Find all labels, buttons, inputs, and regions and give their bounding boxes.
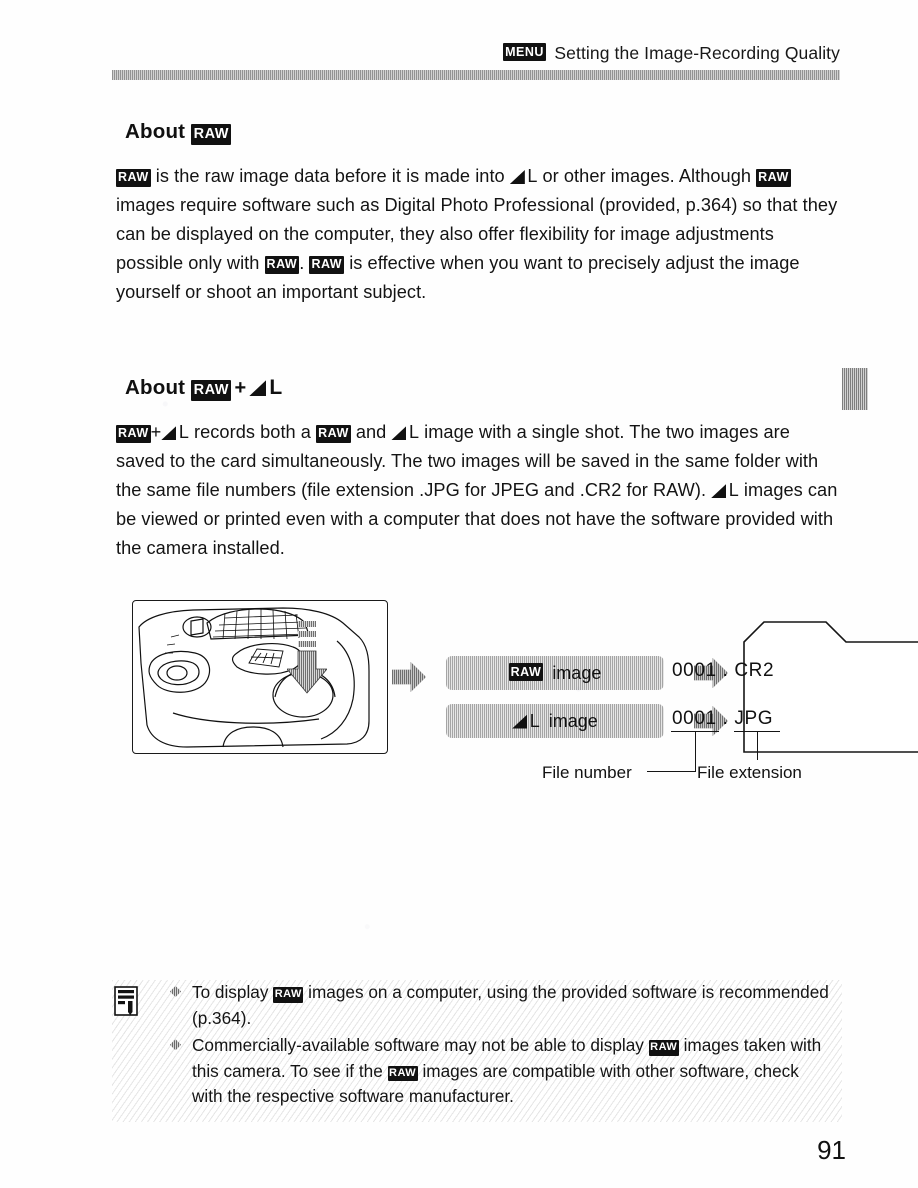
note-text: To display RAW images on a computer, usi… — [192, 982, 829, 1028]
raw-badge-icon: RAW — [273, 987, 304, 1003]
section-heading-about-raw: About RAW — [125, 120, 232, 145]
fine-wedge-icon — [161, 426, 177, 440]
size-l-label: L — [408, 422, 420, 442]
large-fine-quality-icon: L — [161, 418, 189, 447]
page-number: 91 — [817, 1135, 846, 1165]
size-l-label: L — [529, 710, 540, 731]
heading-prefix: About — [125, 120, 186, 143]
paragraph-about-raw: RAW is the raw image data before it is m… — [116, 162, 842, 307]
file-number: 0001 — [672, 660, 717, 681]
raw-badge-icon: RAW — [116, 424, 151, 443]
large-fine-quality-icon: L — [512, 711, 540, 732]
chip-large-fine-image: L image — [446, 704, 664, 738]
diamond-bullet-icon — [170, 1039, 181, 1051]
section-heading-about-raw-plus-l: About RAW + L — [125, 376, 282, 401]
running-header: MENU Setting the Image-Recording Quality — [112, 40, 840, 66]
menu-badge-icon: MENU — [502, 43, 547, 61]
size-l-label: L — [527, 166, 538, 186]
chip-raw-image: RAW image — [446, 656, 664, 690]
heading-prefix: About — [125, 376, 186, 399]
plus-sign: + — [234, 377, 247, 399]
file-extension: JPG — [734, 708, 774, 729]
file-number-callout-elbow — [647, 771, 696, 773]
note-list: To display RAW images on a computer, usi… — [170, 980, 834, 1112]
file-extension-leader-line — [757, 731, 759, 760]
raw-badge-icon: RAW — [508, 663, 544, 681]
fine-wedge-icon — [391, 426, 407, 440]
fine-wedge-icon — [509, 170, 525, 184]
raw-badge-icon: RAW — [264, 255, 300, 274]
chapter-index-tab — [842, 368, 868, 410]
flow-arrow-icon — [392, 662, 426, 692]
fine-wedge-icon — [711, 484, 727, 498]
fine-wedge-icon — [249, 380, 267, 396]
raw-badge-icon: RAW — [648, 1040, 679, 1056]
note-memo-icon — [114, 986, 140, 1016]
note-item: To display RAW images on a computer, usi… — [170, 980, 834, 1031]
large-fine-quality-icon: L — [509, 162, 538, 191]
header-title: Setting the Image-Recording Quality — [554, 42, 840, 63]
chip-label: image — [552, 662, 602, 683]
large-fine-quality-icon: L — [249, 376, 282, 400]
size-l-label: L — [178, 422, 189, 442]
file-separator: . — [722, 660, 729, 681]
callout-file-extension: File extension — [697, 763, 802, 782]
raw-badge-icon: RAW — [316, 424, 351, 443]
file-name-cr2: 0001 . CR2 — [672, 660, 774, 682]
file-extension: CR2 — [734, 660, 775, 681]
raw-badge-icon: RAW — [756, 168, 791, 187]
camera-illustration — [132, 600, 388, 754]
large-fine-quality-icon: L — [711, 476, 739, 505]
diamond-bullet-icon — [170, 986, 181, 997]
raw-badge-icon: RAW — [387, 1065, 418, 1082]
manual-page: MENU Setting the Image-Recording Quality… — [0, 0, 918, 1188]
size-l-label: L — [269, 376, 283, 399]
chip-label: image — [548, 710, 598, 731]
size-l-label: L — [728, 480, 739, 500]
raw-badge-icon: RAW — [309, 255, 345, 274]
raw-badge-icon: RAW — [191, 380, 232, 401]
header-divider-bar — [112, 70, 840, 80]
raw-badge-icon: RAW — [116, 168, 151, 187]
note-item: Commercially-available software may not … — [170, 1033, 834, 1110]
note-text: Commercially-available software may not … — [192, 1035, 822, 1107]
paragraph-about-raw-plus-l: RAW + L records both a RAW and L image wit… — [116, 418, 842, 563]
large-fine-quality-icon: L — [391, 418, 419, 447]
file-number: 0001 — [672, 708, 717, 729]
raw-badge-icon: RAW — [191, 124, 232, 145]
note-block: To display RAW images on a computer, usi… — [112, 980, 842, 1122]
callout-file-number: File number — [542, 763, 632, 782]
file-separator: . — [722, 708, 729, 729]
fine-wedge-icon — [512, 714, 528, 729]
file-name-jpg: 0001 . JPG — [672, 708, 773, 730]
